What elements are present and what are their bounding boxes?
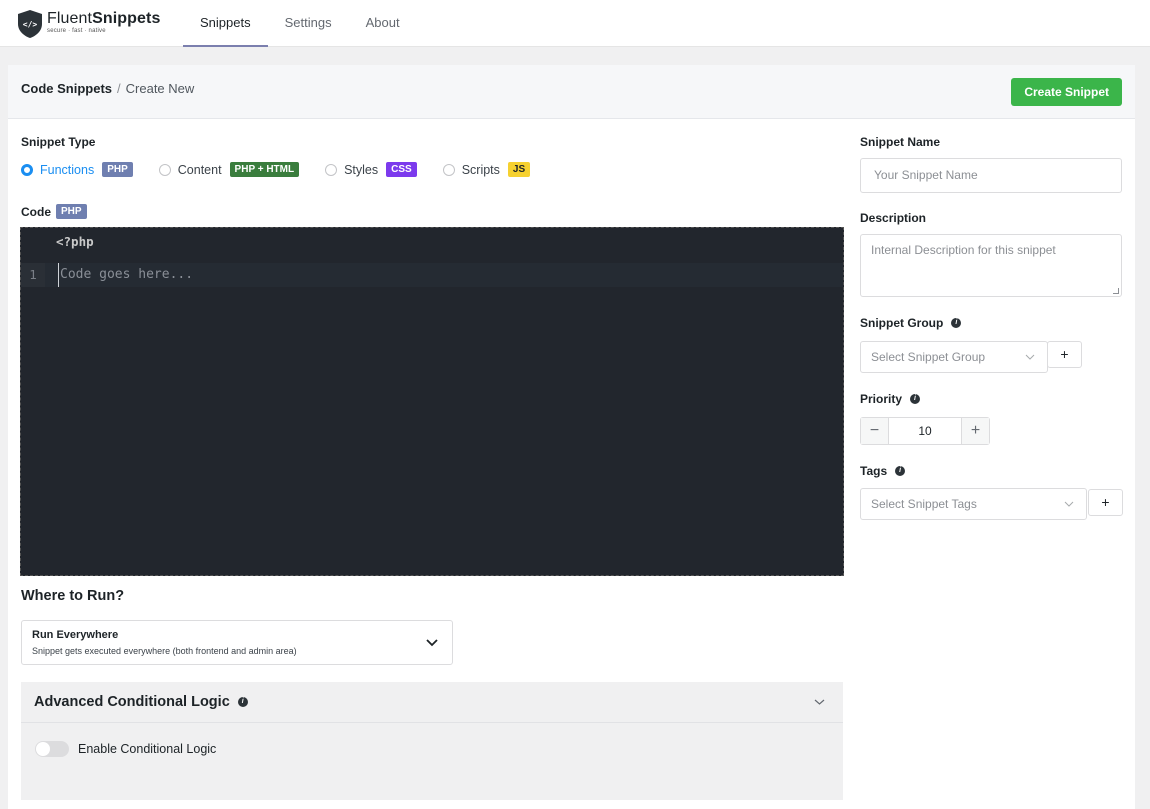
type-styles-label: Styles [344, 162, 379, 177]
advanced-title: Advanced Conditional Logic [34, 694, 230, 710]
toggle-label: Enable Conditional Logic [78, 742, 217, 756]
description-textarea[interactable]: Internal Description for this snippet [860, 234, 1122, 297]
type-functions[interactable]: Functions PHP [21, 162, 133, 177]
logo-tagline: secure · fast · native [47, 28, 106, 34]
priority-label-row: Priority i [860, 392, 921, 406]
chevron-down-icon [1064, 501, 1074, 507]
info-icon[interactable]: i [895, 466, 906, 476]
tags-placeholder: Select Snippet Tags [871, 497, 977, 511]
shield-code-icon: </> [18, 10, 42, 38]
resize-handle-icon[interactable] [1113, 288, 1119, 294]
priority-increment-button[interactable]: + [961, 418, 989, 444]
css-badge: CSS [386, 162, 417, 177]
nav-about[interactable]: About [349, 0, 417, 47]
where-to-run-label: Where to Run? [21, 588, 125, 604]
snippet-group-label-row: Snippet Group i [860, 316, 962, 330]
tags-label-row: Tags i [860, 464, 906, 478]
snippet-group-placeholder: Select Snippet Group [871, 350, 986, 364]
info-icon[interactable]: i [910, 394, 921, 404]
breadcrumb-root[interactable]: Code Snippets [21, 81, 112, 96]
chevron-down-icon [426, 639, 438, 647]
code-label: Code PHP [21, 204, 87, 219]
description-label: Description [860, 211, 927, 225]
nav-snippets[interactable]: Snippets [183, 0, 268, 47]
logo-name-thin: Fluent [47, 10, 93, 27]
type-styles[interactable]: Styles CSS [325, 162, 417, 177]
priority-stepper[interactable]: − 10 + [860, 417, 990, 445]
type-content-label: Content [177, 162, 222, 177]
code-php-badge: PHP [56, 204, 87, 219]
editor-line[interactable]: 1 Code goes here... [21, 263, 843, 287]
snippet-type-label: Snippet Type [21, 135, 96, 149]
nav-settings[interactable]: Settings [268, 0, 349, 47]
breadcrumb-separator: / [117, 81, 121, 96]
php-open-tag: <?php [56, 234, 94, 249]
conditional-logic-toggle[interactable] [35, 741, 69, 757]
radio-content[interactable] [158, 163, 171, 176]
run-location-title: Run Everywhere [32, 629, 119, 641]
top-bar: </> FluentSnippets secure · fast · nativ… [0, 0, 1150, 47]
type-scripts-label: Scripts [461, 162, 500, 177]
info-icon[interactable]: i [951, 318, 962, 328]
php-badge: PHP [102, 162, 133, 177]
info-icon[interactable]: i [237, 697, 248, 707]
radio-functions[interactable] [21, 163, 33, 176]
type-scripts[interactable]: Scripts JS [442, 162, 531, 177]
run-location-select[interactable]: Run Everywhere Snippet gets executed eve… [21, 620, 453, 665]
radio-styles[interactable] [325, 163, 338, 176]
snippet-name-label: Snippet Name [860, 135, 941, 149]
priority-value[interactable]: 10 [889, 418, 961, 444]
code-placeholder[interactable]: Code goes here... [58, 263, 193, 287]
conditional-logic-toggle-row: Enable Conditional Logic [35, 741, 216, 757]
snippet-group-label: Snippet Group [860, 316, 944, 330]
svg-text:</>: </> [23, 20, 38, 29]
snippet-group-select[interactable]: Select Snippet Group [860, 341, 1048, 373]
php-html-badge: PHP + HTML [229, 162, 300, 177]
chevron-down-icon [1025, 354, 1035, 360]
priority-decrement-button[interactable]: − [861, 418, 889, 444]
line-number: 1 [21, 263, 45, 287]
advanced-conditional-logic: Advanced Conditional Logic i Enable Condi… [21, 682, 843, 800]
code-editor[interactable]: <?php 1 Code goes here... [20, 227, 844, 576]
code-label-text: Code [21, 204, 51, 219]
tags-select[interactable]: Select Snippet Tags [860, 488, 1087, 520]
breadcrumb-current: Create New [125, 81, 195, 96]
advanced-header[interactable]: Advanced Conditional Logic i [21, 682, 843, 723]
create-snippet-panel: Code Snippets / Create New Create Snippet … [8, 65, 1135, 809]
priority-label: Priority [860, 392, 903, 406]
radio-scripts[interactable] [442, 163, 455, 176]
tags-label: Tags [860, 464, 888, 478]
description-placeholder: Internal Description for this snippet [871, 243, 1056, 257]
type-content[interactable]: Content PHP + HTML [158, 162, 300, 177]
logo-name-bold: Snippets [92, 10, 161, 27]
panel-header: Code Snippets / Create New Create Snippet [8, 65, 1135, 119]
toggle-knob [36, 742, 50, 756]
create-snippet-button[interactable]: Create Snippet [1011, 78, 1122, 106]
snippet-name-input[interactable]: Your Snippet Name [860, 158, 1122, 193]
run-location-description: Snippet gets executed everywhere (both f… [32, 646, 297, 656]
fluent-snippets-logo[interactable]: </> FluentSnippets secure · fast · nativ… [17, 9, 160, 41]
js-badge: JS [507, 162, 531, 177]
main-nav: Snippets Settings About [183, 0, 417, 47]
snippet-type-options: Functions PHP Content PHP + HTML Styles … [21, 162, 556, 177]
add-tag-button[interactable]: + [1088, 489, 1123, 516]
breadcrumb: Code Snippets / Create New [21, 81, 194, 96]
type-functions-label: Functions [40, 162, 95, 177]
add-snippet-group-button[interactable]: + [1047, 341, 1082, 368]
chevron-down-icon[interactable] [814, 696, 825, 707]
